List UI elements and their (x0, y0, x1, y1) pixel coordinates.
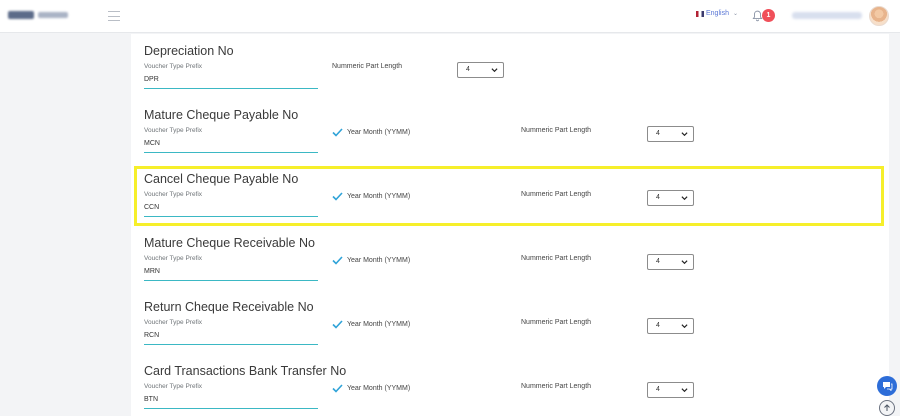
year-month-label: Year Month (YYMM) (347, 385, 411, 392)
numeric-length-select[interactable]: 4 (647, 318, 694, 334)
check-icon (332, 192, 343, 201)
numeric-length-label: Nummeric Part Length (521, 319, 592, 326)
chevron-down-icon (491, 68, 498, 73)
year-month-label: Year Month (YYMM) (347, 321, 411, 328)
select-value: 4 (656, 194, 660, 201)
section-title: Card Transactions Bank Transfer No (144, 364, 347, 378)
section-title: Mature Cheque Receivable No (144, 236, 315, 250)
logo-mark (8, 11, 34, 19)
select-value: 4 (656, 130, 660, 137)
notification-badge[interactable]: 1 (762, 9, 775, 22)
chat-icon (882, 382, 892, 391)
year-month-label: Year Month (YYMM) (347, 129, 411, 136)
numeric-length-label: Nummeric Part Length (521, 255, 592, 262)
prefix-input[interactable]: RCN (144, 331, 318, 345)
numeric-length-select[interactable]: 4 (647, 190, 694, 206)
prefix-label: Voucher Type Prefix (144, 127, 203, 134)
prefix-input[interactable]: MCN (144, 139, 318, 153)
prefix-label: Voucher Type Prefix (144, 319, 203, 326)
year-month-checkbox[interactable]: Year Month (YYMM) (332, 256, 410, 265)
year-month-label: Year Month (YYMM) (347, 193, 411, 200)
numeric-length-label: Nummeric Part Length (332, 63, 403, 70)
user-name-blurred[interactable] (792, 12, 862, 19)
section-title: Return Cheque Receivable No (144, 300, 314, 314)
year-month-checkbox[interactable]: Year Month (YYMM) (332, 192, 410, 201)
chat-button[interactable] (877, 376, 897, 396)
chevron-down-icon (681, 260, 688, 265)
numeric-length-select[interactable]: 4 (457, 62, 504, 78)
avatar[interactable] (869, 6, 889, 26)
section-title: Cancel Cheque Payable No (144, 172, 299, 186)
hamburger-icon[interactable] (108, 11, 120, 21)
year-month-checkbox[interactable]: Year Month (YYMM) (332, 128, 410, 137)
check-icon (332, 384, 343, 393)
arrow-up-icon (884, 404, 890, 411)
section-title: Depreciation No (144, 44, 234, 58)
chevron-down-icon (681, 132, 688, 137)
section-mature-cheque-receivable-no: Mature Cheque Receivable No Voucher Type… (131, 226, 889, 290)
prefix-label: Voucher Type Prefix (144, 191, 203, 198)
numeric-length-select[interactable]: 4 (647, 126, 694, 142)
prefix-input[interactable]: MRN (144, 267, 318, 281)
settings-panel: Depreciation No Voucher Type Prefix DPR … (131, 34, 889, 416)
chevron-down-icon (681, 388, 688, 393)
year-month-checkbox[interactable]: Year Month (YYMM) (332, 384, 410, 393)
numeric-length-label: Nummeric Part Length (521, 127, 592, 134)
numeric-length-label: Nummeric Part Length (521, 383, 592, 390)
select-value: 4 (656, 386, 660, 393)
scroll-to-top-button[interactable] (879, 400, 895, 416)
select-value: 4 (656, 322, 660, 329)
logo-text-blurred (38, 12, 68, 18)
chevron-down-icon (681, 324, 688, 329)
section-cancel-cheque-payable-no: Cancel Cheque Payable No Voucher Type Pr… (131, 162, 889, 226)
section-card-transactions-bank-transfer-no: Card Transactions Bank Transfer No Vouch… (131, 354, 889, 416)
section-depreciation-no: Depreciation No Voucher Type Prefix DPR … (131, 34, 889, 98)
company-logo[interactable] (8, 9, 68, 21)
check-icon (332, 320, 343, 329)
select-value: 4 (656, 258, 660, 265)
prefix-input[interactable]: CCN (144, 203, 318, 217)
prefix-label: Voucher Type Prefix (144, 255, 203, 262)
year-month-label: Year Month (YYMM) (347, 257, 411, 264)
prefix-input[interactable]: DPR (144, 75, 318, 89)
year-month-checkbox[interactable]: Year Month (YYMM) (332, 320, 410, 329)
top-bar: English ⌄ 1 (0, 0, 900, 33)
section-mature-cheque-payable-no: Mature Cheque Payable No Voucher Type Pr… (131, 98, 889, 162)
prefix-label: Voucher Type Prefix (144, 63, 203, 70)
numeric-length-select[interactable]: 4 (647, 254, 694, 270)
uk-flag-icon (696, 10, 704, 17)
numeric-length-select[interactable]: 4 (647, 382, 694, 398)
check-icon (332, 128, 343, 137)
numeric-length-label: Nummeric Part Length (521, 191, 592, 198)
chevron-down-icon: ⌄ (732, 11, 738, 17)
check-icon (332, 256, 343, 265)
prefix-label: Voucher Type Prefix (144, 383, 203, 390)
select-value: 4 (466, 66, 470, 73)
section-return-cheque-receivable-no: Return Cheque Receivable No Voucher Type… (131, 290, 889, 354)
section-title: Mature Cheque Payable No (144, 108, 299, 122)
language-label: English (706, 10, 729, 17)
language-selector[interactable]: English ⌄ (696, 10, 738, 17)
prefix-input[interactable]: BTN (144, 395, 318, 409)
chevron-down-icon (681, 196, 688, 201)
